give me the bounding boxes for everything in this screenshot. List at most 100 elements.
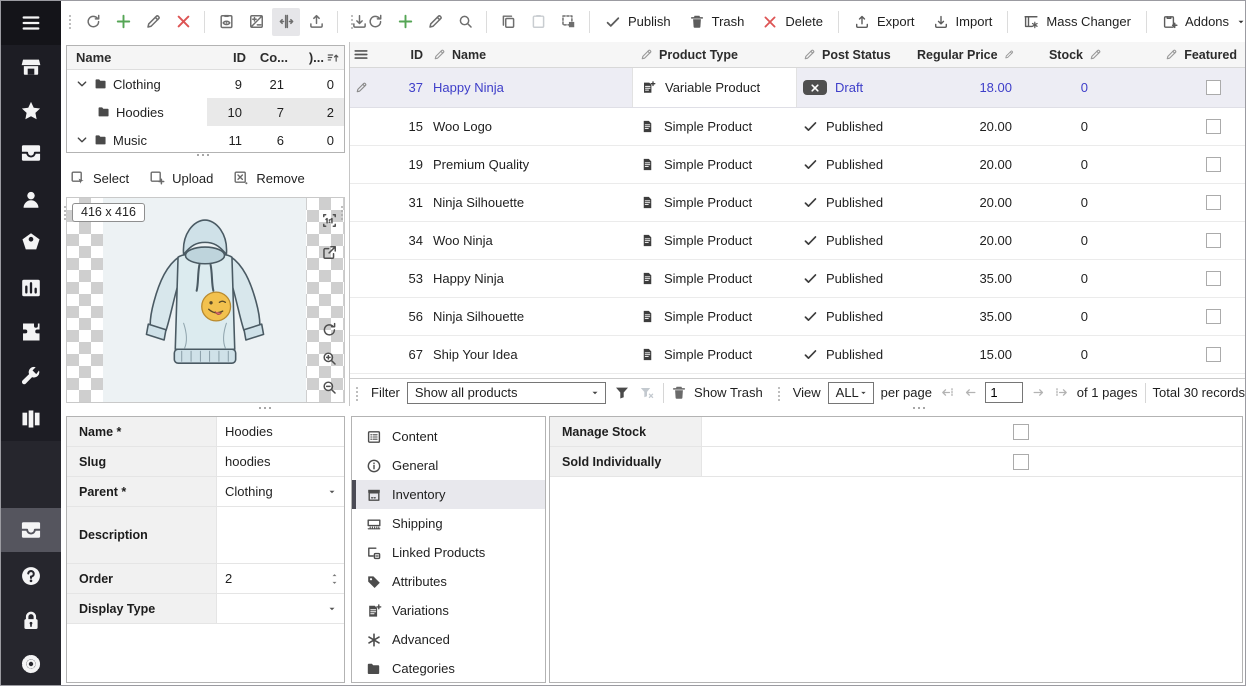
products-edit-button[interactable]	[421, 8, 449, 36]
page-number-input[interactable]	[985, 382, 1023, 403]
tab-general[interactable]: General	[352, 451, 545, 480]
product-row[interactable]: 19 Premium Quality Simple Product Publis…	[350, 146, 1245, 184]
sidebar-item-favorites[interactable]	[1, 89, 61, 133]
products-add-button[interactable]	[391, 8, 419, 36]
column-header-id[interactable]: ID	[207, 50, 252, 65]
column-header-order[interactable]: )...	[294, 50, 344, 65]
column-header-count[interactable]: Co...	[252, 50, 294, 65]
description-field[interactable]	[217, 507, 344, 563]
sidebar-item-plugins[interactable]	[1, 310, 61, 354]
filter-select[interactable]: Show all products	[407, 382, 607, 404]
sidebar-item-help[interactable]	[1, 554, 61, 598]
mass-changer-button[interactable]: Mass Changer	[1015, 8, 1139, 36]
featured-checkbox[interactable]	[1206, 157, 1221, 172]
category-split-view-button[interactable]	[272, 8, 300, 36]
category-upload-button[interactable]	[302, 8, 330, 36]
apply-filter-button[interactable]	[613, 382, 631, 404]
sidebar-item-shop[interactable]	[1, 220, 61, 264]
import-button[interactable]: Import	[925, 8, 1001, 36]
category-row-music[interactable]: Music 11 6 0	[67, 126, 344, 153]
product-row-selected[interactable]: 37 Happy Ninja Variable Product Draft 18…	[350, 68, 1245, 108]
expand-chevron-icon[interactable]	[75, 77, 89, 91]
sidebar-item-layout[interactable]	[1, 397, 61, 441]
sidebar-item-reports[interactable]	[1, 266, 61, 310]
export-button[interactable]: Export	[846, 8, 923, 36]
featured-checkbox[interactable]	[1206, 347, 1221, 362]
column-header-name[interactable]: Name	[67, 50, 207, 65]
horizontal-splitter[interactable]	[61, 406, 1245, 410]
sidebar-item-store[interactable]	[1, 45, 61, 89]
tab-categories[interactable]: Categories	[352, 654, 545, 683]
per-page-select[interactable]: ALL	[828, 382, 874, 404]
tab-advanced[interactable]: Advanced	[352, 625, 545, 654]
splitter-handle-left[interactable]	[64, 206, 66, 208]
sidebar-item-tools[interactable]	[1, 354, 61, 398]
first-page-button[interactable]	[939, 383, 955, 403]
display-type-dropdown[interactable]	[217, 594, 344, 623]
products-refresh-button[interactable]	[361, 8, 389, 36]
column-header-regular-price[interactable]: Regular Price	[917, 42, 1022, 67]
tab-shipping[interactable]: Shipping	[352, 509, 545, 538]
column-header-stock[interactable]: Stock	[1022, 42, 1114, 67]
tab-content[interactable]: Content	[352, 422, 545, 451]
category-delete-button[interactable]	[169, 8, 197, 36]
filterbar-drag-handle[interactable]	[356, 387, 358, 389]
tab-linked-products[interactable]: Linked Products	[352, 538, 545, 567]
pager-drag-handle[interactable]	[778, 387, 780, 389]
order-spinner[interactable]	[330, 571, 339, 586]
splitter-dots[interactable]	[913, 407, 915, 409]
splitter-dots[interactable]	[259, 407, 261, 409]
zoom-out-button[interactable]	[317, 375, 341, 399]
image-remove-button[interactable]: Remove	[233, 170, 304, 186]
prev-page-button[interactable]	[962, 383, 978, 403]
image-upload-button[interactable]: Upload	[149, 170, 213, 186]
products-copy-button[interactable]	[494, 8, 522, 36]
column-header-post-status[interactable]: Post Status	[797, 42, 917, 67]
manage-stock-checkbox[interactable]	[1013, 424, 1029, 440]
product-row[interactable]: 53 Happy Ninja Simple Product Published …	[350, 260, 1245, 298]
category-preview-button[interactable]	[212, 8, 240, 36]
delete-button[interactable]: Delete	[754, 8, 831, 36]
actual-size-button[interactable]	[317, 208, 341, 232]
tab-attributes[interactable]: Attributes	[352, 567, 545, 596]
open-external-button[interactable]	[317, 240, 341, 264]
panel-resize-handle[interactable]	[197, 154, 199, 156]
slug-field[interactable]: hoodies	[217, 447, 344, 476]
name-field[interactable]: Hoodies	[217, 417, 344, 446]
sidebar-item-customers[interactable]	[1, 178, 61, 222]
addons-button[interactable]: Addons	[1154, 8, 1246, 36]
image-select-button[interactable]: Select	[70, 170, 129, 186]
sidebar-item-inventory-active[interactable]	[1, 508, 61, 552]
trash-button[interactable]: Trash	[681, 8, 753, 36]
featured-checkbox[interactable]	[1206, 309, 1221, 324]
toolbar-drag-handle[interactable]	[69, 15, 71, 17]
tab-inventory[interactable]: Inventory	[352, 480, 545, 509]
sidebar-item-orders[interactable]	[1, 131, 61, 175]
expand-chevron-icon[interactable]	[75, 133, 89, 147]
category-edit-button[interactable]	[139, 8, 167, 36]
product-row[interactable]: 34 Woo Ninja Simple Product Published 20…	[350, 222, 1245, 260]
column-header-product-type[interactable]: Product Type	[632, 42, 797, 67]
sidebar-item-security[interactable]	[1, 599, 61, 643]
sidebar-item-settings[interactable]	[1, 642, 61, 686]
product-row[interactable]: 15 Woo Logo Simple Product Published 20.…	[350, 108, 1245, 146]
category-add-button[interactable]	[109, 8, 137, 36]
featured-checkbox[interactable]	[1206, 195, 1221, 210]
product-row[interactable]: 56 Ninja Silhouette Simple Product Publi…	[350, 298, 1245, 336]
next-page-button[interactable]	[1030, 383, 1046, 403]
rotate-button[interactable]	[317, 317, 341, 341]
column-header-featured[interactable]: Featured	[1114, 42, 1245, 67]
category-image-adjust-button[interactable]	[242, 8, 270, 36]
publish-button[interactable]: Publish	[597, 8, 679, 36]
product-row[interactable]: 67 Ship Your Idea Simple Product Publish…	[350, 336, 1245, 374]
show-trash-button[interactable]: Show Trash	[671, 385, 763, 401]
category-refresh-button[interactable]	[79, 8, 107, 36]
clear-filter-button[interactable]	[638, 382, 656, 404]
category-row-clothing[interactable]: Clothing 9 21 0	[67, 70, 344, 98]
featured-checkbox[interactable]	[1206, 233, 1221, 248]
tab-variations[interactable]: Variations	[352, 596, 545, 625]
zoom-in-button[interactable]	[317, 346, 341, 370]
products-paste-button[interactable]	[524, 8, 552, 36]
column-chooser[interactable]	[350, 42, 372, 67]
featured-checkbox[interactable]	[1206, 119, 1221, 134]
